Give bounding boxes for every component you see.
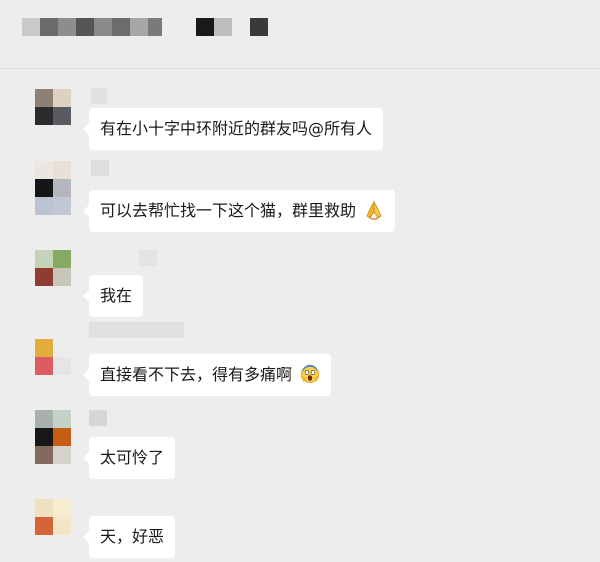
screaming-face-emoji: [301, 364, 320, 383]
sender-name-redacted: [89, 322, 184, 338]
avatar-pixel: [35, 161, 53, 179]
title-pixel: [40, 18, 58, 36]
message-bubble[interactable]: 有在小十字中环附近的群友吗@所有人: [82, 108, 384, 150]
title-pixel: [250, 18, 268, 36]
avatar-pixel: [35, 268, 53, 286]
avatar-pixel: [35, 446, 53, 464]
title-pixel: [94, 18, 112, 36]
avatar-pixel: [35, 107, 53, 125]
message-text: 天，好恶: [100, 527, 165, 546]
avatar-pixel: [35, 197, 53, 215]
avatar-pixel: [53, 499, 71, 517]
avatar[interactable]: [35, 89, 71, 125]
avatar-pixel: [35, 89, 53, 107]
avatar-pixel: [53, 357, 71, 375]
avatar-pixel: [53, 179, 71, 197]
avatar[interactable]: [35, 339, 71, 375]
message-text: 太可怜了: [100, 448, 165, 467]
avatar-pixel: [53, 268, 71, 286]
avatar-pixel: [53, 428, 71, 446]
avatar-pixel: [35, 339, 53, 357]
title-pixel: [130, 18, 148, 36]
avatar-pixel: [35, 250, 53, 268]
folded-hands-emoji: [366, 200, 382, 220]
title-pixel: [76, 18, 94, 36]
avatar[interactable]: [35, 161, 71, 215]
avatar-pixel: [35, 357, 53, 375]
message-text: 直接看不下去，得有多痛啊: [100, 365, 293, 384]
message-bubble[interactable]: 我在: [82, 275, 144, 317]
avatar-pixel: [53, 446, 71, 464]
message-text: 我在: [100, 286, 133, 305]
avatar[interactable]: [35, 499, 71, 535]
message-bubble[interactable]: 太可怜了: [82, 437, 176, 479]
message-bubble[interactable]: 天，好恶: [82, 516, 176, 558]
avatar-pixel: [53, 107, 71, 125]
message-bubble[interactable]: 可以去帮忙找一下这个猫，群里救助: [82, 190, 396, 232]
avatar-pixel: [35, 428, 53, 446]
avatar-pixel: [53, 250, 71, 268]
avatar-pixel: [35, 499, 53, 517]
chat-header: [0, 0, 600, 69]
title-pixel: [196, 18, 214, 36]
avatar-pixel: [53, 89, 71, 107]
avatar-pixel: [53, 339, 71, 357]
avatar[interactable]: [35, 250, 71, 286]
avatar-pixel: [35, 410, 53, 428]
avatar-pixel: [53, 410, 71, 428]
title-pixel: [148, 18, 162, 36]
message-text: 可以去帮忙找一下这个猫，群里救助: [100, 201, 357, 220]
message-bubble[interactable]: 直接看不下去，得有多痛啊: [82, 354, 332, 396]
message-text: 有在小十字中环附近的群友吗@所有人: [100, 119, 373, 138]
avatar[interactable]: [35, 410, 71, 464]
title-pixel: [112, 18, 130, 36]
avatar-pixel: [35, 179, 53, 197]
avatar-pixel: [53, 161, 71, 179]
avatar-pixel: [53, 197, 71, 215]
avatar-pixel: [53, 517, 71, 535]
title-pixel: [22, 18, 40, 36]
title-pixel: [58, 18, 76, 36]
avatar-pixel: [35, 517, 53, 535]
title-pixel: [214, 18, 232, 36]
